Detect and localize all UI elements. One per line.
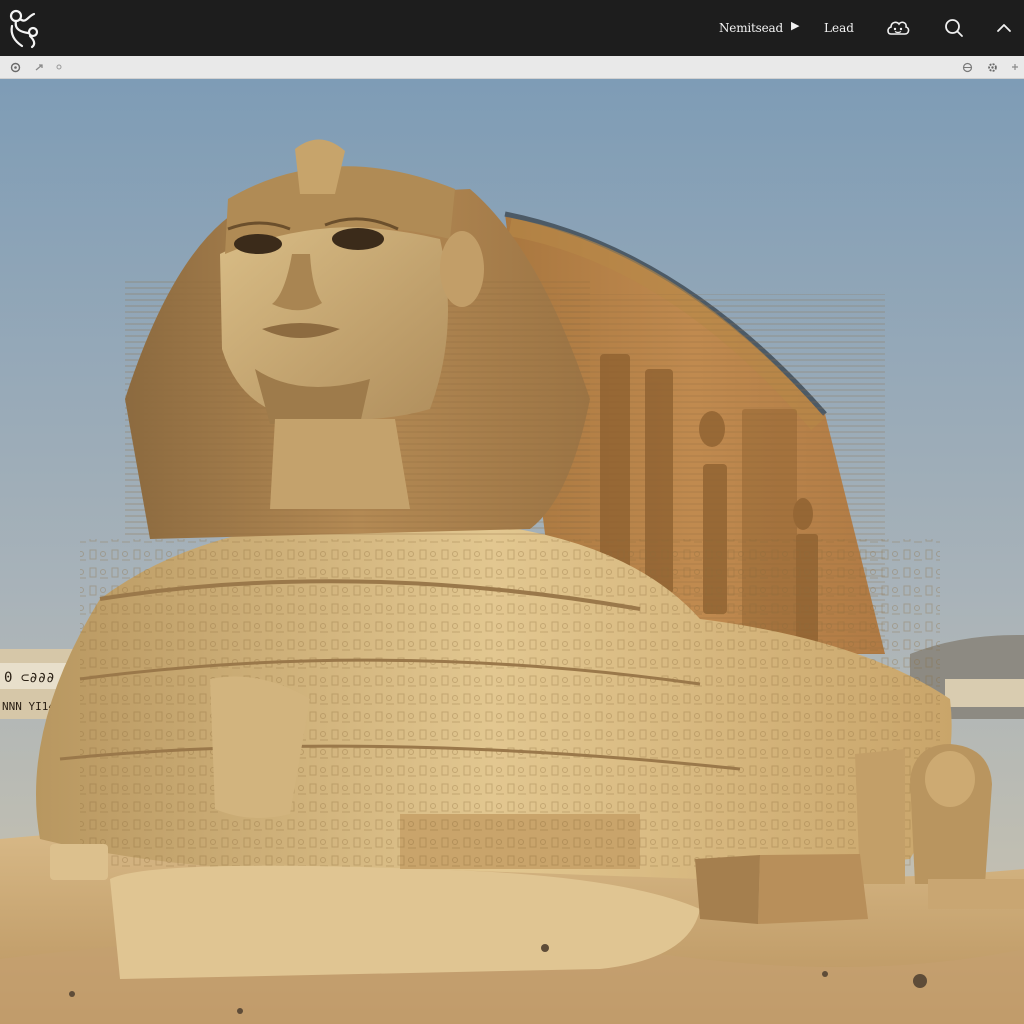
breadcrumb-page[interactable]: Lead <box>824 21 854 35</box>
cloud-face-icon[interactable] <box>886 16 910 40</box>
arrow-icon[interactable] <box>33 61 45 73</box>
app-window: Nemitsead ▶ Lead 0 ⊂∂∂∂ NNN YI142 <box>0 0 1024 1024</box>
image-canvas[interactable]: 0 ⊂∂∂∂ NNN YI142 <box>0 79 1024 1024</box>
breadcrumb-project[interactable]: Nemitsead <box>719 21 783 35</box>
plus-icon[interactable] <box>1009 61 1021 73</box>
svg-text:0 ⊂∂∂∂: 0 ⊂∂∂∂ <box>4 670 55 686</box>
dot-icon[interactable] <box>53 61 65 73</box>
breadcrumb-separator-icon: ▶ <box>791 20 800 32</box>
settings-icon[interactable] <box>986 61 998 73</box>
home-icon[interactable] <box>9 61 21 73</box>
figma-like-logo-icon[interactable] <box>6 6 42 50</box>
globe-icon[interactable] <box>961 61 973 73</box>
top-bar: Nemitsead ▶ Lead <box>0 0 1024 56</box>
secondary-toolbar <box>0 56 1024 79</box>
search-icon[interactable] <box>942 16 966 40</box>
chevron-up-icon[interactable] <box>992 16 1016 40</box>
sphinx-temple-image: 0 ⊂∂∂∂ NNN YI142 <box>0 79 1024 1024</box>
